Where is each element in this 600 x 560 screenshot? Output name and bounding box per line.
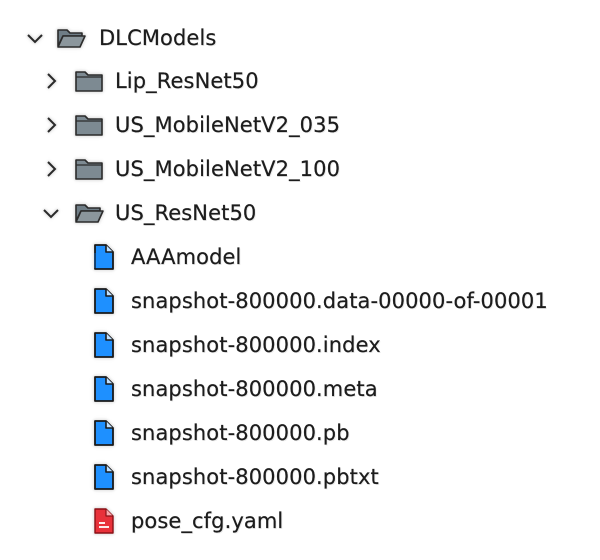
- tree-item-label: snapshot-800000.data-00000-of-00001: [131, 289, 548, 313]
- tree-item-us-resnet50[interactable]: US_ResNet50: [40, 191, 256, 235]
- tree-item-label: snapshot-800000.pb: [131, 421, 350, 445]
- tree-item-label: Lip_ResNet50: [115, 69, 259, 93]
- chevron-right-icon[interactable]: [40, 70, 62, 92]
- tree-item-label: US_MobileNetV2_035: [115, 113, 341, 137]
- tree-item-snapshot-data[interactable]: snapshot-800000.data-00000-of-00001: [93, 279, 548, 323]
- tree-item-label: US_ResNet50: [115, 201, 257, 225]
- chevron-right-icon[interactable]: [40, 114, 62, 136]
- folder-closed-icon: [74, 113, 104, 137]
- tree-item-pose-cfg-yaml[interactable]: pose_cfg.yaml: [93, 499, 283, 543]
- yaml-file-icon: [93, 508, 115, 534]
- chevron-down-icon[interactable]: [40, 202, 62, 224]
- tree-item-lip-resnet50[interactable]: Lip_ResNet50: [40, 59, 259, 103]
- tree-item-label: AAAmodel: [131, 245, 242, 269]
- file-icon: [93, 376, 115, 402]
- tree-item-us-mobilenetv2-035[interactable]: US_MobileNetV2_035: [40, 103, 340, 147]
- file-icon: [93, 288, 115, 314]
- tree-item-us-mobilenetv2-100[interactable]: US_MobileNetV2_100: [40, 147, 340, 191]
- file-icon: [93, 420, 115, 446]
- tree-item-label: US_MobileNetV2_100: [115, 157, 341, 181]
- tree-item-aaamodel[interactable]: AAAmodel: [93, 235, 241, 279]
- folder-open-icon: [74, 201, 104, 225]
- tree-item-label: pose_cfg.yaml: [131, 509, 284, 533]
- file-tree: DLCModels Lip_ResNet50 US_MobileNetV2_03…: [0, 0, 600, 560]
- tree-item-snapshot-meta[interactable]: snapshot-800000.meta: [93, 367, 378, 411]
- tree-item-snapshot-pbtxt[interactable]: snapshot-800000.pbtxt: [93, 455, 379, 499]
- tree-item-label: snapshot-800000.pbtxt: [131, 465, 379, 489]
- tree-item-label: DLCModels: [99, 26, 217, 50]
- folder-open-icon: [56, 26, 86, 50]
- chevron-down-icon[interactable]: [24, 27, 46, 49]
- file-icon: [93, 332, 115, 358]
- folder-closed-icon: [74, 69, 104, 93]
- tree-item-snapshot-index[interactable]: snapshot-800000.index: [93, 323, 381, 367]
- tree-item-snapshot-pb[interactable]: snapshot-800000.pb: [93, 411, 350, 455]
- tree-item-label: snapshot-800000.index: [131, 333, 381, 357]
- tree-item-dlcmodels[interactable]: DLCModels: [24, 16, 216, 60]
- folder-closed-icon: [74, 157, 104, 181]
- chevron-right-icon[interactable]: [40, 158, 62, 180]
- tree-item-label: snapshot-800000.meta: [131, 377, 378, 401]
- file-icon: [93, 464, 115, 490]
- file-icon: [93, 244, 115, 270]
